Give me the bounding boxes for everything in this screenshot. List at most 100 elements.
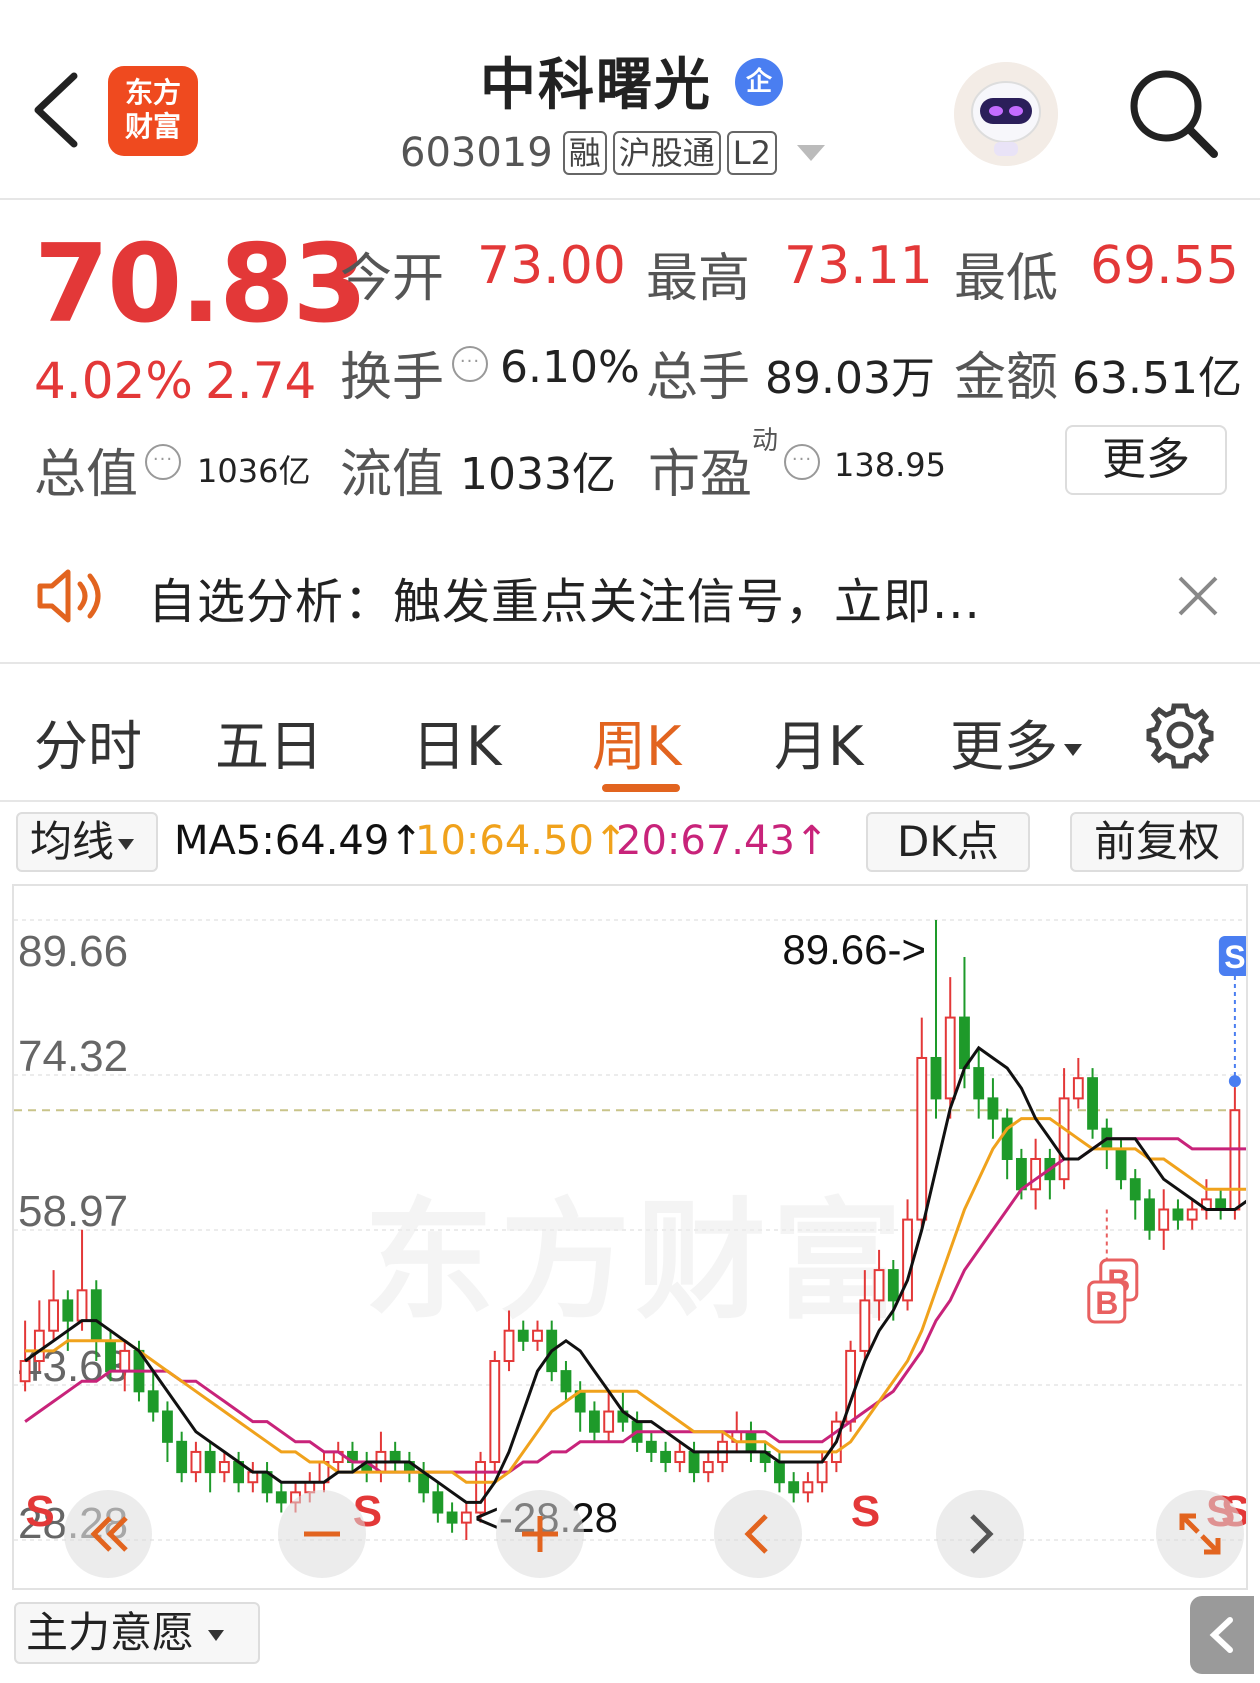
period-tabs: 分时 五日 日K 周K 月K 更多 <box>0 666 1260 802</box>
tab-weekly-k[interactable]: 周K <box>592 702 681 781</box>
chevron-down-icon[interactable] <box>796 145 825 161</box>
buy-signal-badge-text: B <box>1095 1285 1118 1321</box>
turnover-info-icon[interactable]: ··· <box>452 346 488 382</box>
more-quote-button[interactable]: 更多 <box>1065 425 1227 495</box>
chevron-left-icon <box>1209 1617 1233 1653</box>
float-cap-label: 流值 <box>340 445 445 505</box>
candle-down <box>204 1450 216 1474</box>
current-price: 70.83 <box>34 222 368 347</box>
pe-dynamic-sup: 动 <box>752 426 779 456</box>
total-cap-value: 1036亿 <box>197 452 311 490</box>
candle-down <box>1172 1208 1184 1221</box>
zoom-out-button[interactable] <box>278 1490 366 1578</box>
rewind-button[interactable] <box>64 1490 152 1578</box>
candle-up <box>603 1410 615 1433</box>
sell-signal-badge-text: S <box>1224 939 1245 975</box>
candle-down <box>589 1410 600 1433</box>
y-tick-label: 58.97 <box>18 1187 128 1236</box>
caret-down-icon <box>208 1630 225 1641</box>
candle-down <box>887 1269 899 1302</box>
eastmoney-logo[interactable]: 东方 财富 <box>108 66 198 156</box>
stock-code-row[interactable]: 603019 融 沪股通 L2 <box>400 130 825 176</box>
tag-margin: 融 <box>562 131 607 175</box>
collapse-panel-button[interactable] <box>1190 1596 1254 1674</box>
ma-select-label: 均线 <box>30 817 115 866</box>
chevron-right-icon <box>970 1514 994 1554</box>
ma20-value: 20:67.43↑ <box>616 818 829 864</box>
turnover-label: 换手 <box>340 348 445 408</box>
notice-bar[interactable]: 自选分析：触发重点关注信号，立即... <box>0 528 1260 664</box>
candle-up <box>859 1299 871 1352</box>
candle-down <box>176 1440 188 1474</box>
pe-info-icon[interactable]: ··· <box>784 444 820 480</box>
speaker-icon <box>37 569 101 623</box>
logo-line1: 东方 <box>124 76 181 109</box>
signal-dot <box>1228 1075 1241 1088</box>
candle-up <box>802 1481 814 1494</box>
total-cap-info-icon[interactable]: ··· <box>145 444 181 480</box>
change-amount: 2.74 <box>205 352 317 410</box>
candle-up <box>1158 1208 1170 1231</box>
total-cap-label: 总值 <box>34 445 139 505</box>
candle-down <box>560 1370 572 1393</box>
y-tick-label: 89.66 <box>18 927 128 976</box>
candle-up <box>19 1360 31 1383</box>
candle-up <box>218 1461 230 1474</box>
tab-intraday[interactable]: 分时 <box>34 702 142 781</box>
volume-label: 总手 <box>646 348 751 408</box>
high-label: 最高 <box>646 249 751 309</box>
max-price-annotation: 89.66-> <box>782 926 926 973</box>
low-label: 最低 <box>954 249 1059 309</box>
candle-down <box>105 1339 116 1373</box>
expand-icon <box>1179 1513 1221 1555</box>
forward-adjust-button[interactable]: 前复权 <box>1070 812 1244 872</box>
candle-down <box>162 1410 173 1443</box>
zoom-in-button[interactable] <box>496 1490 584 1578</box>
close-icon[interactable] <box>1176 574 1220 618</box>
fullscreen-button[interactable] <box>1156 1490 1244 1578</box>
candle-down <box>446 1511 458 1524</box>
pe-value: 138.95 <box>834 446 946 484</box>
candle-up <box>247 1471 259 1484</box>
y-tick-label: 74.32 <box>18 1032 128 1081</box>
caret-down-icon <box>1064 744 1082 757</box>
sell-signal: S <box>851 1487 880 1536</box>
chevron-left-icon <box>744 1514 768 1554</box>
kline-chart[interactable]: 东方财富 89.6674.3258.9743.6328.2889.66-><-2… <box>12 884 1248 1590</box>
candle-up <box>1186 1208 1198 1221</box>
candle-down <box>1129 1178 1141 1201</box>
candle-down <box>1001 1117 1013 1160</box>
tab-five-day[interactable]: 五日 <box>215 702 323 781</box>
candle-up <box>1030 1157 1042 1191</box>
candle-up <box>489 1360 501 1464</box>
ma10-value: 10:64.50↑ <box>415 818 628 864</box>
candle-up <box>1058 1097 1070 1181</box>
low-value: 69.55 <box>1090 236 1239 296</box>
tab-daily-k[interactable]: 日K <box>412 702 501 781</box>
gear-icon[interactable] <box>1145 700 1215 770</box>
candle-up <box>816 1461 828 1484</box>
dk-point-button[interactable]: DK点 <box>866 812 1030 872</box>
ma-select[interactable]: 均线 <box>16 812 158 872</box>
back-arrow-icon[interactable] <box>28 70 88 150</box>
candle-up <box>532 1329 543 1342</box>
scroll-right-button[interactable] <box>936 1490 1024 1578</box>
tab-more[interactable]: 更多 <box>950 702 1082 781</box>
open-value: 73.00 <box>477 236 626 296</box>
open-label: 今开 <box>340 249 445 309</box>
robot-assistant-icon[interactable] <box>954 62 1058 166</box>
tab-monthly-k[interactable]: 月K <box>774 702 863 781</box>
high-value: 73.11 <box>784 236 933 296</box>
tag-level2: L2 <box>726 131 777 175</box>
candle-down <box>645 1440 657 1453</box>
logo-line2: 财富 <box>124 110 181 143</box>
double-chevron-left-icon <box>90 1516 128 1552</box>
candle-up <box>944 1016 956 1100</box>
scroll-left-button[interactable] <box>714 1490 802 1578</box>
main-force-select[interactable]: 主力意愿 <box>14 1602 260 1664</box>
float-cap-value: 1033亿 <box>460 449 616 500</box>
amount-label: 金额 <box>954 348 1059 408</box>
candle-up <box>503 1329 515 1363</box>
main-force-label: 主力意愿 <box>26 1608 195 1657</box>
search-icon[interactable] <box>1124 64 1224 164</box>
